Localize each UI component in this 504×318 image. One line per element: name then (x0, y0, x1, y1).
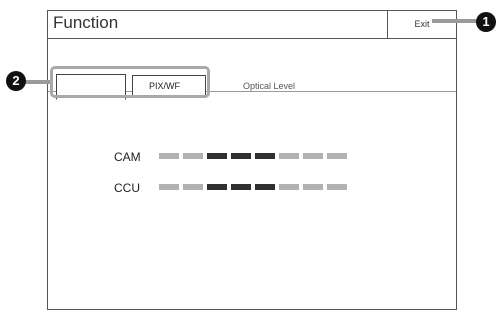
meter-segment (183, 153, 203, 159)
function-screen: Function Exit PIX/WF Optical Level CAM C… (47, 10, 457, 310)
tab-optical-level[interactable]: Optical Level (243, 81, 295, 91)
meter-segment (255, 184, 275, 190)
meter-segment (255, 153, 275, 159)
callout-1-badge: 1 (476, 12, 496, 32)
meter-segment (159, 184, 179, 190)
meter-segment (327, 153, 347, 159)
title-bar: Function Exit (48, 11, 456, 39)
ccu-label: CCU (114, 181, 140, 195)
callout-2-badge: 2 (6, 71, 26, 91)
meter-segment (303, 184, 323, 190)
meter-segment (231, 153, 251, 159)
cam-level-meter (159, 153, 347, 159)
meter-segment (327, 184, 347, 190)
tab-pix-wf[interactable]: PIX/WF (132, 75, 206, 98)
meter-segment (303, 153, 323, 159)
cam-label: CAM (114, 150, 141, 164)
meter-segment (207, 153, 227, 159)
meter-segment (279, 153, 299, 159)
tab-1[interactable] (56, 74, 126, 100)
meter-segment (207, 184, 227, 190)
page-title: Function (53, 13, 119, 32)
meter-segment (183, 184, 203, 190)
callout-2-line (24, 80, 52, 84)
meter-segment (231, 184, 251, 190)
exit-button[interactable]: Exit (387, 11, 456, 38)
ccu-level-meter (159, 184, 347, 190)
meter-segment (159, 153, 179, 159)
tab-pix-wf-label: PIX/WF (149, 81, 180, 91)
callout-1-line (432, 19, 480, 23)
meter-segment (279, 184, 299, 190)
